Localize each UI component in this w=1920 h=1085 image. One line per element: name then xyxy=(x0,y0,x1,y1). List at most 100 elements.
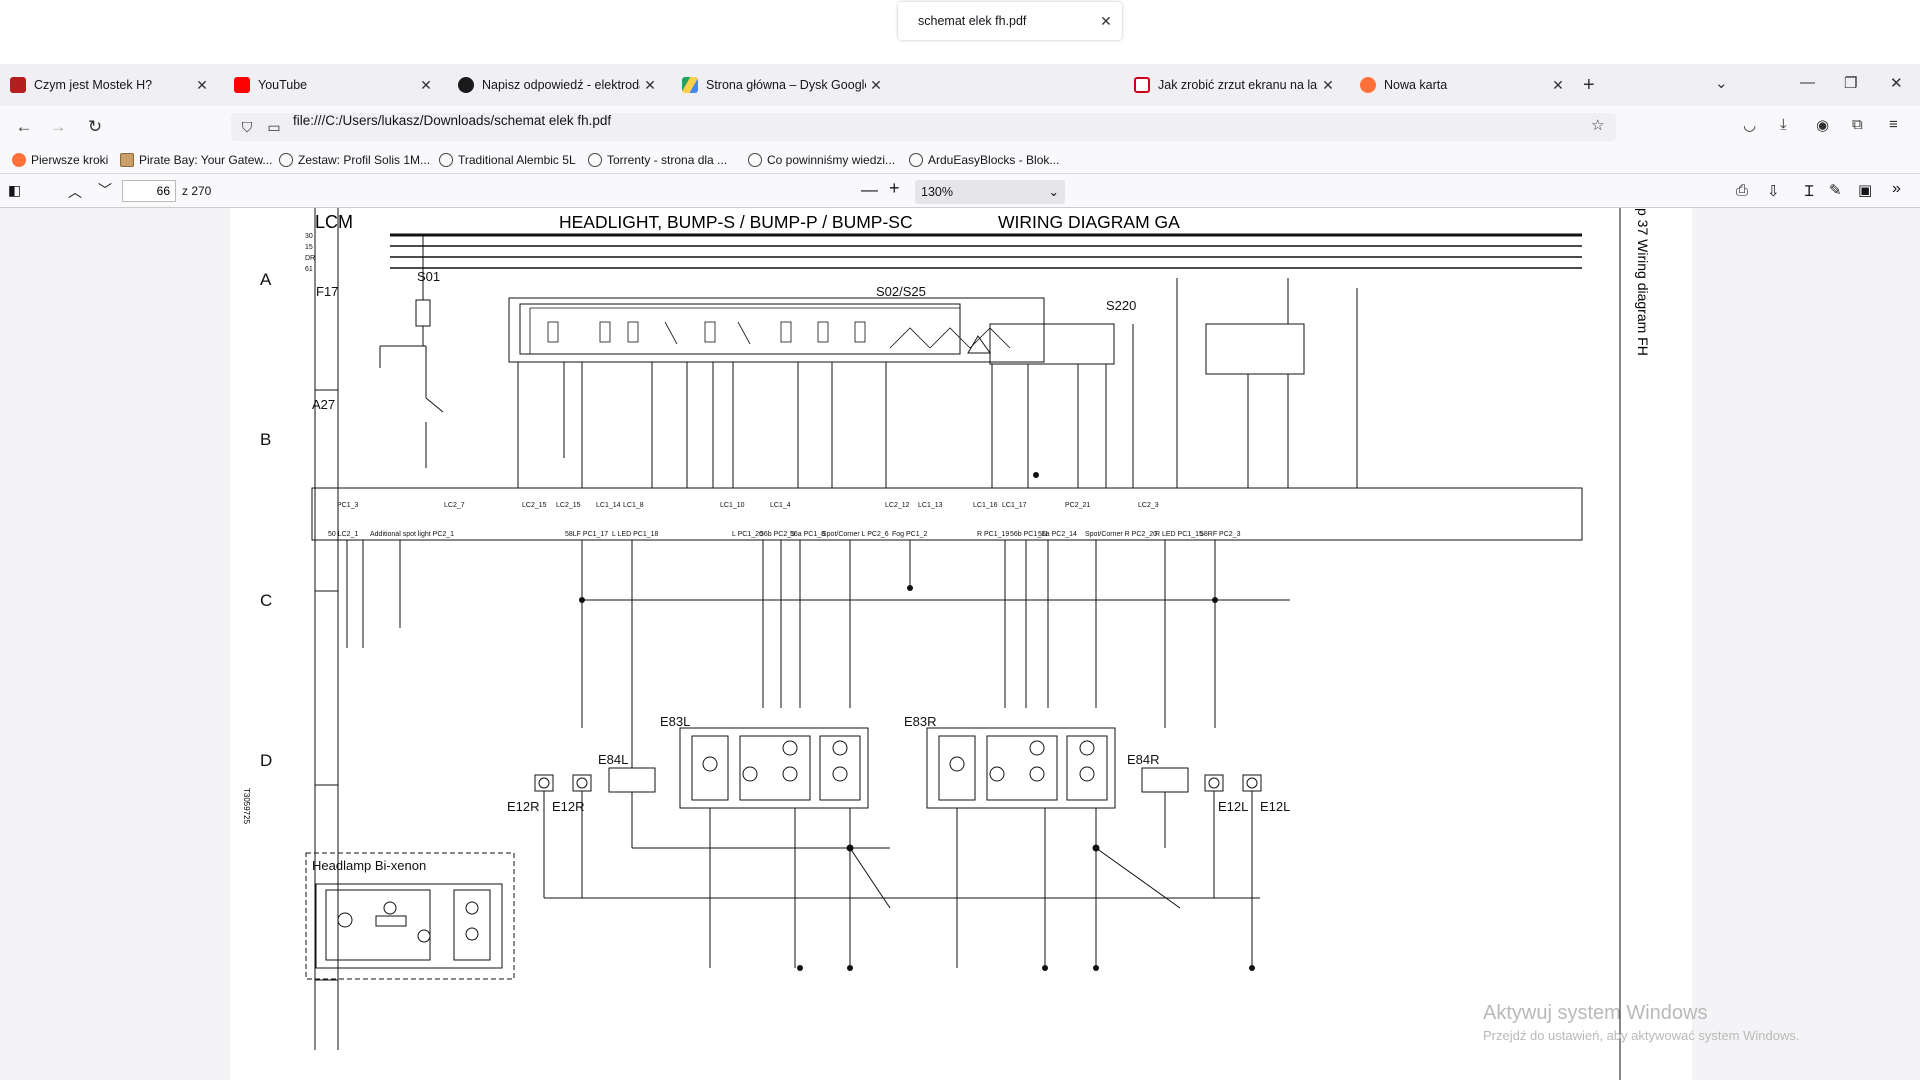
reload-icon[interactable]: ↻ xyxy=(83,115,107,139)
account-icon[interactable]: ◉ xyxy=(1816,116,1829,134)
a27-inner-label: Additional spot light PC2_1 xyxy=(370,531,454,538)
close-tab-icon[interactable]: ✕ xyxy=(1548,77,1568,94)
a27-pin-label: LC1_16 xyxy=(973,502,998,509)
new-tab-button[interactable]: + xyxy=(1583,74,1595,97)
a27-inner-label: R LED PC1_15 xyxy=(1155,531,1203,538)
bookmark-alembic[interactable]: Traditional Alembic 5L xyxy=(439,153,576,167)
elektroda-icon xyxy=(458,77,474,93)
bookmark-label: ArduEasyBlocks - Blok... xyxy=(928,153,1060,167)
a27-pin-label: LC1_8 xyxy=(623,502,644,509)
firefox-icon xyxy=(1360,77,1376,93)
bookmark-pirate-bay[interactable]: Pirate Bay: Your Gatew... xyxy=(120,153,272,167)
tab-mostek[interactable]: Czym jest Mostek H? ✕ xyxy=(0,64,218,106)
tab-title: Czym jest Mostek H? xyxy=(34,78,153,92)
list-all-tabs-icon[interactable]: ⌄ xyxy=(1715,74,1728,92)
bus-label-61: 61 xyxy=(305,266,313,273)
a27-pin-label: LC1_10 xyxy=(720,502,745,509)
google-drive-icon xyxy=(682,77,698,93)
tab-google-drive[interactable]: Strona główna – Dysk Google ✕ xyxy=(672,64,892,106)
label-s01: S01 xyxy=(417,269,440,284)
minimize-button[interactable]: — xyxy=(1800,74,1815,91)
image-tool-icon[interactable]: ▣ xyxy=(1858,181,1872,199)
back-icon[interactable]: ← xyxy=(12,115,36,139)
pocket-icon[interactable]: ◡ xyxy=(1743,116,1756,134)
label-e12r-b: E12R xyxy=(552,799,585,814)
chevron-down-icon: ⌄ xyxy=(1048,185,1059,199)
a27-inner-label: 56a PC2_14 xyxy=(1038,531,1077,538)
tab-nowa-karta[interactable]: Nowa karta ✕ xyxy=(1350,64,1574,106)
label-e84r: E84R xyxy=(1127,752,1160,767)
header-title: HEADLIGHT, BUMP-S / BUMP-P / BUMP-SC xyxy=(559,212,913,232)
label-e83r: E83R xyxy=(904,714,937,729)
a27-inner-label: L PC1_20 xyxy=(732,531,763,538)
sidebar-toggle-icon[interactable]: ◧ xyxy=(8,182,21,199)
text-tool-icon[interactable]: Ɪ xyxy=(1805,181,1813,201)
previous-page-icon[interactable]: ︿ xyxy=(68,182,82,202)
close-tab-icon[interactable]: ✕ xyxy=(866,77,886,94)
zoom-select[interactable]: 130% ⌄ xyxy=(915,180,1065,204)
globe-icon xyxy=(279,153,293,167)
page-number-input[interactable] xyxy=(122,180,176,202)
a27-pin-label: LC2_12 xyxy=(885,502,910,509)
tab-zrzut-ekranu[interactable]: Jak zrobić zrzut ekranu na lapto ✕ xyxy=(1124,64,1344,106)
close-tab-icon[interactable]: ✕ xyxy=(1318,77,1338,94)
label-e83l: E83L xyxy=(660,714,690,729)
zoom-in-icon[interactable]: + xyxy=(889,178,900,199)
tab-title: YouTube xyxy=(258,78,308,92)
downloads-icon[interactable]: ⤓ xyxy=(1780,116,1787,133)
a27-inner-label: 56a PC1_8 xyxy=(790,531,825,538)
print-icon[interactable]: ⎙ xyxy=(1736,182,1748,199)
a27-pin-label: LC1_13 xyxy=(918,502,943,509)
restore-button[interactable]: ❐ xyxy=(1844,74,1857,92)
bookmark-star-icon[interactable]: ☆ xyxy=(1591,116,1604,134)
bookmark-torrenty[interactable]: Torrenty - strona dla ... xyxy=(588,153,727,167)
more-tools-icon[interactable]: » xyxy=(1892,180,1901,198)
menu-icon[interactable]: ≡ xyxy=(1889,116,1898,133)
ship-icon xyxy=(120,153,134,167)
forward-icon[interactable]: → xyxy=(46,115,70,139)
bookmark-pierwsze-kroki[interactable]: Pierwsze kroki xyxy=(12,153,108,167)
tab-schemat-pdf[interactable]: schemat elek fh.pdf ✕ xyxy=(898,2,1122,40)
a27-inner-label: 58LF PC1_17 xyxy=(565,531,608,538)
page-info-icon[interactable]: ▭ xyxy=(262,115,286,139)
tab-youtube[interactable]: YouTube ✕ xyxy=(224,64,442,106)
a27-pin-label: LC1_17 xyxy=(1002,502,1027,509)
close-tab-icon[interactable]: ✕ xyxy=(640,77,660,94)
bookmark-label: Traditional Alembic 5L xyxy=(458,153,576,167)
label-s220: S220 xyxy=(1106,298,1136,313)
close-tab-icon[interactable]: ✕ xyxy=(192,77,212,94)
close-tab-icon[interactable]: ✕ xyxy=(1096,13,1116,30)
row-label-a: A xyxy=(260,270,272,289)
label-e12r-a: E12R xyxy=(507,799,540,814)
bus-label-30: 30 xyxy=(305,233,313,240)
next-page-icon[interactable]: ﹀ xyxy=(98,180,112,200)
label-a27: A27 xyxy=(312,397,335,412)
draw-tool-icon[interactable]: ✎ xyxy=(1829,181,1842,199)
row-label-d: D xyxy=(260,751,272,770)
document-id: T3059725 xyxy=(242,788,251,825)
bookmark-co-powinnismy[interactable]: Co powinniśmy wiedzi... xyxy=(748,153,895,167)
a27-pin-label: PC1_3 xyxy=(337,502,359,509)
close-window-button[interactable]: ✕ xyxy=(1890,74,1903,92)
close-tab-icon[interactable]: ✕ xyxy=(416,77,436,94)
extensions-icon[interactable]: ⧉ xyxy=(1852,116,1863,133)
bookmark-arduinoeasyblocks[interactable]: ArduEasyBlocks - Blok... xyxy=(909,153,1059,167)
tab-elektroda[interactable]: Napisz odpowiedź - elektroda.pl ✕ xyxy=(448,64,666,106)
a27-inner-label: 58RF PC2_3 xyxy=(1200,531,1241,538)
bookmark-label: Pirate Bay: Your Gatew... xyxy=(139,153,273,167)
pdf-page: 30 15 DR 61 A B C D LCM HEADLIGHT, BUMP-… xyxy=(230,208,1692,1080)
a27-inner-label: 50 LC2_1 xyxy=(328,531,358,538)
a27-pin-label: LC2_3 xyxy=(1138,502,1159,509)
firefox-icon xyxy=(12,153,26,167)
zoom-out-icon[interactable]: — xyxy=(861,180,878,200)
site-favicon-icon xyxy=(1134,77,1150,93)
bookmark-zestaw[interactable]: Zestaw: Profil Solis 1M... xyxy=(279,153,430,167)
save-icon[interactable]: ⇩ xyxy=(1767,182,1780,200)
url-text[interactable]: file:///C:/Users/lukasz/Downloads/schema… xyxy=(293,113,611,128)
a27-pin-label: LC2_7 xyxy=(444,502,465,509)
a27-pin-label: LC2_15 xyxy=(556,502,581,509)
page-count: z 270 xyxy=(182,184,212,198)
globe-icon xyxy=(748,153,762,167)
shield-icon[interactable]: ⛉ xyxy=(235,115,259,139)
globe-icon xyxy=(439,153,453,167)
